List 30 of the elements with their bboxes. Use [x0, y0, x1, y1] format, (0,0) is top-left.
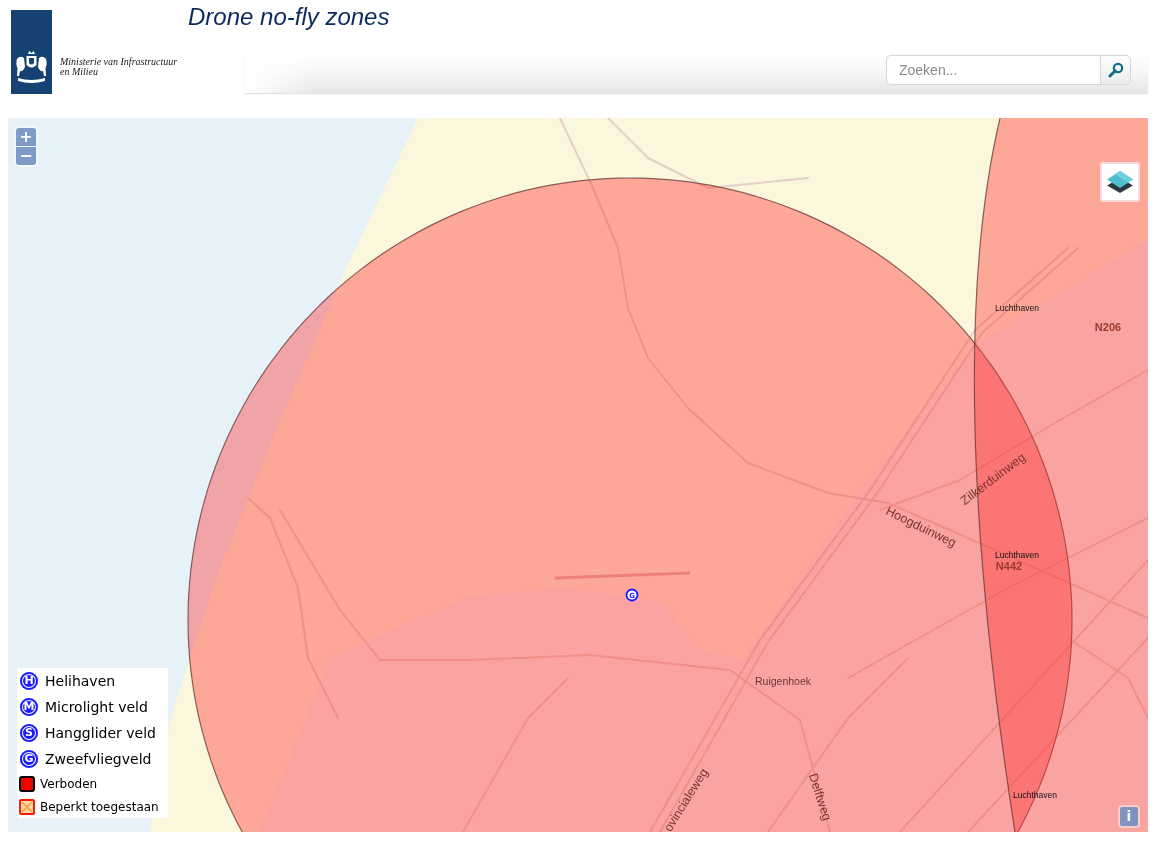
letter-marker: M [20, 698, 38, 716]
map-label: N442 [995, 560, 1023, 572]
legend-label: Beperkt toegestaan [40, 799, 159, 814]
zoom-in-button[interactable]: + [16, 128, 36, 146]
layers-button[interactable] [1100, 162, 1140, 202]
letter-marker: S [20, 724, 38, 742]
layers-icon [1106, 169, 1134, 195]
ministry-name: Ministerie van Infrastructuur en Milieu [60, 57, 179, 77]
map-label: Luchthaven [995, 550, 1039, 560]
legend-label: Microlight veld [45, 699, 148, 715]
zoom-out-button[interactable]: − [16, 147, 36, 165]
map-label: Delftweg [805, 771, 835, 823]
info-button[interactable]: i [1120, 807, 1138, 826]
map-label: Luchthaven [1013, 790, 1057, 800]
search-icon [1107, 62, 1124, 78]
search-field[interactable]: Zoeken... [886, 55, 1100, 85]
letter-marker: H [20, 672, 38, 690]
map-label: N206 [1094, 321, 1122, 333]
legend-label: Zweefvliegveld [45, 751, 152, 767]
map-label: Ruigenhoek [755, 675, 811, 687]
page-title: Drone no-fly zones [188, 3, 390, 30]
search-button[interactable] [1100, 55, 1131, 85]
crest-logo-icon [11, 10, 52, 94]
map-label: Luchthaven [995, 303, 1039, 313]
legend-label: Hangglider veld [45, 725, 156, 741]
letter-marker: G [20, 750, 38, 768]
legend-label: Helihaven [45, 673, 116, 689]
legend-label: Verboden [40, 776, 98, 791]
crossed-square-icon [19, 798, 35, 815]
filled-square-icon [19, 775, 35, 792]
